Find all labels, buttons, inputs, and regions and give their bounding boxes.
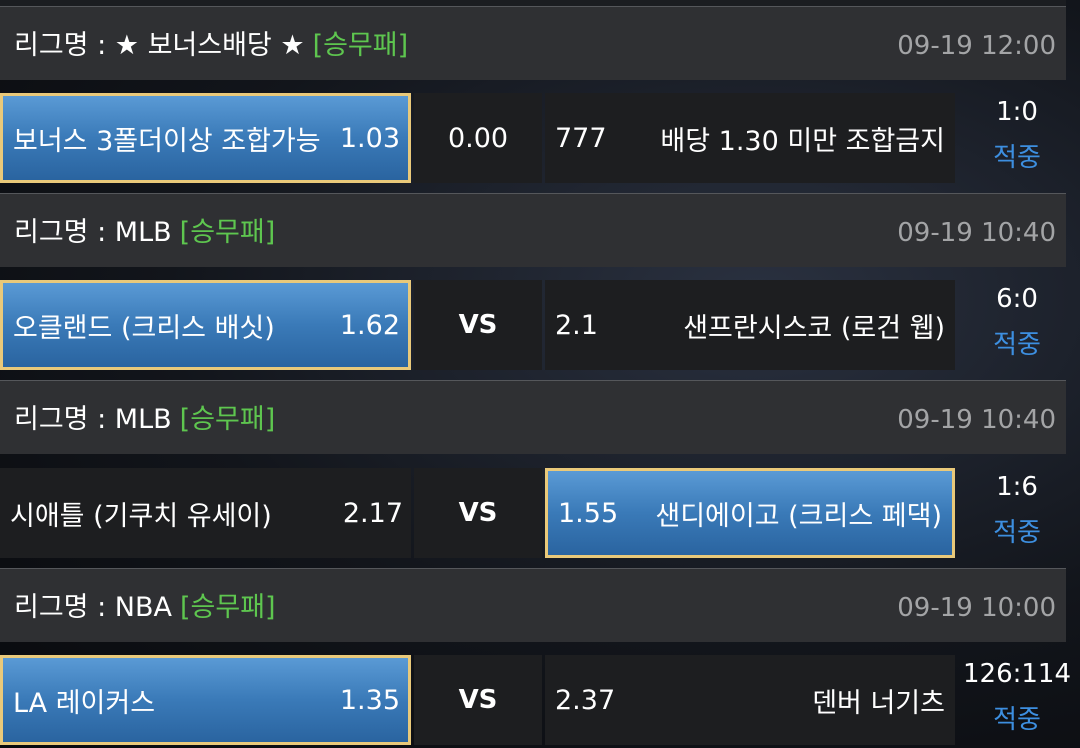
bet-type-tag: [승무패] [312, 30, 409, 61]
result-box: 126:114 적중 [958, 655, 1076, 745]
away-bet-button[interactable]: 1.55 샌디에이고 (크리스 페댁) [545, 468, 955, 558]
vs-cell: VS [414, 280, 542, 370]
home-team-name: 시애틀 (기쿠치 유세이) [10, 500, 272, 532]
event-header: 리그명 : ★ 보너스배당 ★ [승무패] 09-19 12:00 [0, 6, 1066, 80]
away-bet-button[interactable]: 2.1 샌프란시스코 (로건 웹) [545, 280, 955, 370]
home-team-name: LA 레이커스 [13, 687, 156, 719]
event-header: 리그명 : MLB [승무패] 09-19 10:40 [0, 380, 1066, 454]
home-team-name: 오클랜드 (크리스 배싯) [13, 312, 275, 344]
bet-type-tag: [승무패] [179, 404, 276, 435]
away-odds: 777 [555, 122, 607, 154]
result-box: 6:0 적중 [958, 280, 1076, 370]
away-bet-button[interactable]: 777 배당 1.30 미만 조합금지 [545, 93, 955, 183]
away-odds: 2.1 [555, 309, 598, 341]
home-odds: 1.35 [339, 684, 400, 716]
result-status: 적중 [993, 330, 1041, 360]
home-odds: 2.17 [342, 497, 403, 529]
league-name: 리그명 : MLB [14, 217, 172, 248]
event-datetime: 09-19 10:00 [897, 593, 1056, 623]
score: 126:114 [962, 659, 1071, 689]
home-odds: 1.03 [339, 122, 400, 154]
result-status: 적중 [993, 143, 1041, 173]
league-label: 리그명 : ★ 보너스배당 ★ [승무패] [14, 7, 408, 81]
vs-label: VS [458, 310, 498, 340]
league-label: 리그명 : NBA [승무패] [14, 569, 276, 643]
event-header: 리그명 : NBA [승무패] 09-19 10:00 [0, 568, 1066, 642]
score: 1:6 [996, 472, 1038, 502]
away-odds: 1.55 [558, 497, 619, 529]
vs-cell: VS [414, 468, 542, 558]
away-team-name: 샌프란시스코 (로건 웹) [683, 312, 945, 344]
event-header: 리그명 : MLB [승무패] 09-19 10:40 [0, 193, 1066, 267]
league-name: 리그명 : MLB [14, 404, 172, 435]
league-name: 리그명 : ★ 보너스배당 ★ [14, 30, 305, 61]
result-status: 적중 [993, 705, 1041, 735]
away-team-name: 덴버 너기츠 [812, 687, 945, 719]
away-team-name: 배당 1.30 미만 조합금지 [660, 125, 945, 157]
home-bet-button[interactable]: 보너스 3폴더이상 조합가능 1.03 [0, 93, 411, 183]
away-odds: 2.37 [555, 684, 616, 716]
home-bet-button[interactable]: 오클랜드 (크리스 배싯) 1.62 [0, 280, 411, 370]
bet-type-tag: [승무패] [179, 592, 276, 623]
draw-cell[interactable]: 0.00 [414, 93, 542, 183]
home-odds: 1.62 [339, 309, 400, 341]
bet-type-tag: [승무패] [179, 217, 276, 248]
draw-value: 0.00 [447, 122, 509, 154]
score: 6:0 [996, 284, 1038, 314]
result-box: 1:6 적중 [958, 468, 1076, 558]
event-datetime: 09-19 10:40 [897, 218, 1056, 248]
result-box: 1:0 적중 [958, 93, 1076, 183]
vs-cell: VS [414, 655, 542, 745]
away-team-name: 샌디에이고 (크리스 페댁) [655, 500, 942, 532]
away-bet-button[interactable]: 2.37 덴버 너기츠 [545, 655, 955, 745]
home-bet-button[interactable]: LA 레이커스 1.35 [0, 655, 411, 745]
league-label: 리그명 : MLB [승무패] [14, 381, 275, 455]
vs-label: VS [458, 685, 498, 715]
league-label: 리그명 : MLB [승무패] [14, 194, 275, 268]
event-datetime: 09-19 10:40 [897, 405, 1056, 435]
score: 1:0 [996, 97, 1038, 127]
league-name: 리그명 : NBA [14, 592, 172, 623]
event-datetime: 09-19 12:00 [897, 31, 1056, 61]
home-team-name: 보너스 3폴더이상 조합가능 [13, 125, 321, 157]
result-status: 적중 [993, 518, 1041, 548]
home-bet-button[interactable]: 시애틀 (기쿠치 유세이) 2.17 [0, 468, 411, 558]
vs-label: VS [458, 498, 498, 528]
